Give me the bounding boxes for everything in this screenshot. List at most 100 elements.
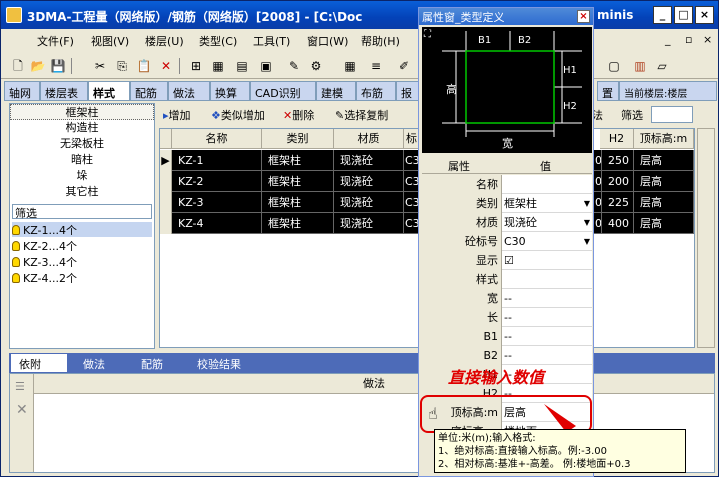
property-row[interactable]: 名称: [422, 175, 592, 194]
cell-type[interactable]: 框架柱: [262, 192, 334, 213]
tab-convert[interactable]: 换算: [210, 81, 250, 101]
calculator-icon[interactable]: ▤: [233, 57, 251, 75]
minimize-button[interactable]: _: [653, 6, 672, 24]
grid-header-type[interactable]: 类别: [262, 129, 334, 149]
filter-button[interactable]: 筛选: [621, 107, 643, 123]
property-row[interactable]: 显示 ☑: [422, 251, 592, 270]
cell-top-elevation[interactable]: 层高: [634, 213, 694, 234]
menu-help[interactable]: 帮助(H): [361, 33, 400, 49]
property-row[interactable]: 类别 框架柱 ▼: [422, 194, 592, 213]
property-row[interactable]: 长 --: [422, 308, 592, 327]
filter-input[interactable]: [651, 106, 693, 123]
table-view-icon[interactable]: ▦: [209, 57, 227, 75]
grid-header-material[interactable]: 材质: [334, 129, 404, 149]
similar-add-button[interactable]: ❖类似增加: [211, 107, 265, 123]
tab-style[interactable]: 样式: [88, 81, 130, 101]
dropdown-arrow-icon[interactable]: ▼: [584, 194, 590, 213]
grid-icon[interactable]: ▦: [341, 57, 359, 75]
image-icon[interactable]: ▣: [257, 57, 275, 75]
delete-button[interactable]: ✕删除: [283, 107, 314, 123]
remove-icon[interactable]: ✕: [16, 402, 28, 418]
tree-view-icon[interactable]: ⊞: [187, 57, 205, 75]
tab-rebar[interactable]: 配筋: [130, 81, 168, 101]
window-icon[interactable]: ▢: [605, 57, 623, 75]
open-folder-icon[interactable]: 📂: [29, 57, 47, 75]
cell-top-elevation[interactable]: 层高: [634, 171, 694, 192]
layers-icon[interactable]: ≡: [367, 57, 385, 75]
new-file-icon[interactable]: 🗋: [9, 57, 27, 75]
cell-material[interactable]: 现浇砼: [334, 192, 404, 213]
category-flat-slab-column[interactable]: 无梁板柱: [10, 136, 154, 152]
delete-icon[interactable]: ✕: [157, 57, 175, 75]
category-hidden-column[interactable]: 暗柱: [10, 152, 154, 168]
dropdown-arrow-icon[interactable]: ▼: [584, 213, 590, 232]
cell-name[interactable]: KZ-3: [172, 192, 262, 213]
tool-icon[interactable]: ⚙: [307, 57, 325, 75]
tab-cad-recognize[interactable]: CAD识别: [250, 81, 316, 101]
tab-place-rebar[interactable]: 布筋: [356, 81, 396, 101]
cell-h2[interactable]: 225: [602, 192, 634, 213]
property-value[interactable]: --: [504, 308, 590, 327]
grid-header-h2[interactable]: H2: [600, 129, 634, 149]
tab-method[interactable]: 做法: [168, 81, 210, 101]
cell-top-elevation[interactable]: 层高: [634, 150, 694, 171]
tab-bottom-rebar[interactable]: 配筋: [133, 354, 189, 372]
list-add-icon[interactable]: ☰: [15, 380, 25, 393]
menu-view[interactable]: 视图(V): [91, 33, 129, 49]
property-row[interactable]: B2 --: [422, 346, 592, 365]
cell-type[interactable]: 框架柱: [262, 213, 334, 234]
property-row[interactable]: 材质 现浇砼 ▼: [422, 213, 592, 232]
property-row[interactable]: 砼标号 C30 ▼: [422, 232, 592, 251]
tab-check-result[interactable]: 校验结果: [189, 354, 265, 372]
cell-material[interactable]: 现浇砼: [334, 171, 404, 192]
cell-name[interactable]: KZ-2: [172, 171, 262, 192]
filter-label[interactable]: 筛选: [12, 204, 152, 220]
category-frame-column[interactable]: 框架柱: [10, 104, 154, 120]
tab-settings[interactable]: 置: [597, 81, 619, 101]
close-button[interactable]: ×: [695, 6, 714, 24]
member-item[interactable]: KZ-3...4个: [12, 254, 77, 269]
tab-model[interactable]: 建模: [316, 81, 356, 101]
member-item[interactable]: KZ-2...4个: [12, 238, 77, 253]
menu-floor[interactable]: 楼层(U): [145, 33, 184, 49]
wall-icon[interactable]: ▥: [631, 57, 649, 75]
bottom-column-header[interactable]: 做法: [34, 374, 714, 394]
property-value[interactable]: C30: [504, 232, 590, 251]
property-value[interactable]: [504, 175, 590, 194]
tab-floor-table[interactable]: 楼层表: [40, 81, 88, 101]
cell-material[interactable]: 现浇砼: [334, 150, 404, 171]
property-row[interactable]: 样式: [422, 270, 592, 289]
property-value[interactable]: 现浇砼: [504, 213, 590, 232]
tab-bottom-method[interactable]: 做法: [75, 354, 131, 372]
cut-icon[interactable]: ✂: [91, 57, 109, 75]
eraser-icon[interactable]: ▱: [653, 57, 671, 75]
property-value[interactable]: [504, 270, 590, 289]
cell-type[interactable]: 框架柱: [262, 150, 334, 171]
binoculars-icon[interactable]: ⛶: [424, 29, 431, 40]
save-icon[interactable]: 💾: [49, 57, 67, 75]
paste-icon[interactable]: 📋: [135, 57, 153, 75]
category-constructional-column[interactable]: 构造柱: [10, 120, 154, 136]
category-pilaster[interactable]: 垛: [10, 168, 154, 184]
cell-name[interactable]: KZ-1: [172, 150, 262, 171]
menu-type[interactable]: 类型(C): [199, 33, 237, 49]
grid-header-top-elevation[interactable]: 顶标高:m: [634, 129, 694, 149]
property-value[interactable]: --: [504, 346, 590, 365]
wand-icon[interactable]: ✎: [285, 57, 303, 75]
grid-scrollbar[interactable]: [697, 128, 715, 348]
cell-material[interactable]: 现浇砼: [334, 213, 404, 234]
grid-header-name[interactable]: 名称: [172, 129, 262, 149]
menu-tools[interactable]: 工具(T): [253, 33, 290, 49]
cell-h2[interactable]: 400: [602, 213, 634, 234]
cell-top-elevation[interactable]: 层高: [634, 192, 694, 213]
property-row[interactable]: 宽 --: [422, 289, 592, 308]
mdi-restore-button[interactable]: ▫: [685, 33, 692, 46]
select-copy-button[interactable]: ✎选择复制: [335, 107, 388, 123]
maximize-button[interactable]: □: [674, 6, 693, 24]
cell-type[interactable]: 框架柱: [262, 171, 334, 192]
menu-window[interactable]: 窗口(W): [307, 33, 348, 49]
cell-h2[interactable]: 250: [602, 150, 634, 171]
property-close-button[interactable]: ×: [577, 10, 590, 23]
brush-icon[interactable]: ✐: [395, 57, 413, 75]
property-value[interactable]: --: [504, 289, 590, 308]
